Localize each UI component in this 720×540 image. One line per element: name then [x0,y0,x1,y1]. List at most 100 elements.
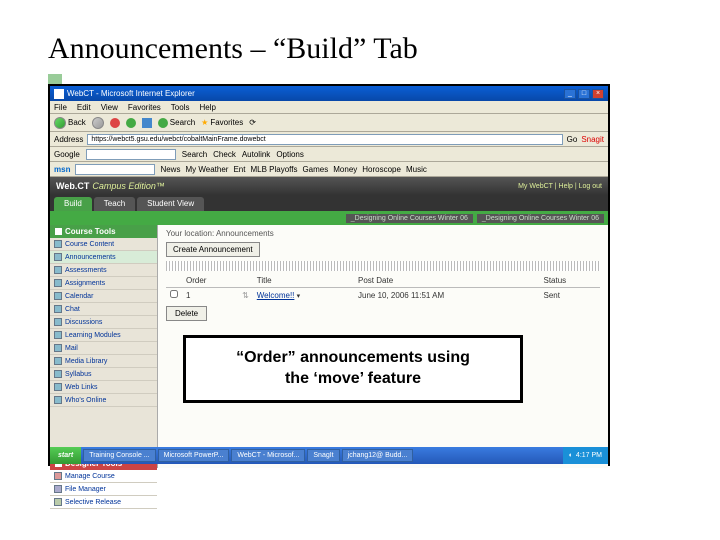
stop-icon[interactable] [110,118,120,128]
col-order[interactable]: Order [182,274,238,288]
snagit-label: Snagit [581,135,604,144]
webct-edition: Campus Edition™ [92,181,165,191]
search-button[interactable]: Search [158,118,195,128]
col-status[interactable]: Status [540,274,601,288]
refresh-icon[interactable] [126,118,136,128]
google-label: Google [54,150,80,159]
webct-top-links[interactable]: My WebCT | Help | Log out [518,183,602,190]
row-post-date: June 10, 2006 11:51 AM [354,288,539,303]
msn-games[interactable]: Games [302,165,328,174]
sidebar-item-syllabus[interactable]: Syllabus [50,368,157,381]
check-button[interactable]: Check [213,150,236,159]
menu-view[interactable]: View [101,103,118,112]
course-tabs: _Designing Online Courses Winter 06 _Des… [50,211,608,225]
instruction-callout: “Order” announcements using the ‘move’ f… [183,335,523,403]
main-panel: Your location: Announcements Create Anno… [158,225,608,468]
msn-weather[interactable]: My Weather [185,165,228,174]
webct-brand: Web.CT [56,181,89,191]
close-button[interactable]: × [592,89,604,99]
sidebar-item-media-library[interactable]: Media Library [50,355,157,368]
window-titlebar: WebCT - Microsoft Internet Explorer _ □ … [50,86,608,101]
sidebar-item-whos-online[interactable]: Who's Online [50,394,157,407]
chat-icon [54,305,62,313]
menu-bar: File Edit View Favorites Tools Help [50,101,608,114]
start-button[interactable]: start [50,447,81,464]
create-announcement-button[interactable]: Create Announcement [166,242,260,257]
sidebar-item-assignments[interactable]: Assignments [50,277,157,290]
ie-icon [54,89,64,99]
google-search-button[interactable]: Search [182,150,207,159]
msn-music[interactable]: Music [406,165,427,174]
sidebar-item-chat[interactable]: Chat [50,303,157,316]
msn-toolbar: msn News My Weather Ent MLB Playoffs Gam… [50,162,608,177]
sidebar-item-discussions[interactable]: Discussions [50,316,157,329]
sidebar-item-selective-release[interactable]: Selective Release [50,496,157,509]
tab-teach[interactable]: Teach [94,197,135,211]
task-item[interactable]: jchang12@ Budd... [342,449,414,462]
screenshot-frame: WebCT - Microsoft Internet Explorer _ □ … [48,84,610,466]
sidebar-item-learning-modules[interactable]: Learning Modules [50,329,157,342]
chevron-down-icon[interactable]: ▾ [297,293,301,300]
sidebar-item-announcements[interactable]: Announcements [50,251,157,264]
task-item[interactable]: SnagIt [307,449,339,462]
tray-icon[interactable]: ◐ [569,452,573,459]
minimize-button[interactable]: _ [564,89,576,99]
sidebar-item-file-manager[interactable]: File Manager [50,483,157,496]
course-tools-header: Course Tools [50,225,157,238]
sidebar-item-mail[interactable]: Mail [50,342,157,355]
options-button[interactable]: Options [276,150,304,159]
go-button[interactable]: Go [567,135,578,144]
menu-tools[interactable]: Tools [171,103,190,112]
folder-icon [54,240,62,248]
sidebar-item-assessments[interactable]: Assessments [50,264,157,277]
delete-button[interactable]: Delete [166,306,207,321]
sidebar-item-manage-course[interactable]: Manage Course [50,470,157,483]
tab-build[interactable]: Build [54,197,92,211]
announce-icon [54,253,62,261]
sidebar-item-course-content[interactable]: Course Content [50,238,157,251]
google-toolbar: Google Search Check Autolink Options [50,147,608,162]
menu-edit[interactable]: Edit [77,103,91,112]
assess-icon [54,266,62,274]
tab-student-view[interactable]: Student View [137,197,204,211]
course-tab-1[interactable]: _Designing Online Courses Winter 06 [346,214,473,223]
msn-search-input[interactable] [75,164,155,175]
address-input[interactable]: https://webct5.gsu.edu/webct/cobaltMainF… [87,134,562,145]
msn-ent[interactable]: Ent [233,165,245,174]
msn-horoscope[interactable]: Horoscope [362,165,401,174]
sidebar-item-web-links[interactable]: Web Links [50,381,157,394]
row-status: Sent [540,288,601,303]
course-tab-2[interactable]: _Designing Online Courses Winter 06 [477,214,604,223]
msn-mlb[interactable]: MLB Playoffs [250,165,297,174]
move-icon[interactable]: ⇅ [242,291,249,300]
release-icon [54,498,62,506]
col-post-date[interactable]: Post Date [354,274,539,288]
task-item[interactable]: Microsoft PowerP... [158,449,230,462]
msn-money[interactable]: Money [333,165,357,174]
sidebar-item-calendar[interactable]: Calendar [50,290,157,303]
autolink-button[interactable]: Autolink [242,150,270,159]
view-tabs: Build Teach Student View [50,195,608,211]
history-icon[interactable]: ⟳ [249,118,256,127]
menu-favorites[interactable]: Favorites [128,103,161,112]
row-title-link[interactable]: Welcome!! [257,291,295,300]
google-search-input[interactable] [86,149,176,160]
task-item[interactable]: Training Console ... [83,449,155,462]
favorites-button[interactable]: ★Favorites [201,118,243,127]
back-button[interactable]: Back [54,117,86,129]
task-item[interactable]: WebCT - Microsof... [231,449,305,462]
row-checkbox[interactable] [170,290,178,298]
content-area: Course Tools Course Content Announcement… [50,225,608,468]
back-icon [54,117,66,129]
menu-file[interactable]: File [54,103,67,112]
divider-bar [166,261,600,271]
col-title[interactable]: Title [253,274,354,288]
manage-icon [54,472,62,480]
msn-news[interactable]: News [160,165,180,174]
home-icon[interactable] [142,118,152,128]
row-order: 1 [182,288,238,303]
forward-button[interactable] [92,117,104,129]
maximize-button[interactable]: □ [578,89,590,99]
menu-help[interactable]: Help [199,103,215,112]
system-tray[interactable]: ◐ 4:17 PM [563,447,608,464]
